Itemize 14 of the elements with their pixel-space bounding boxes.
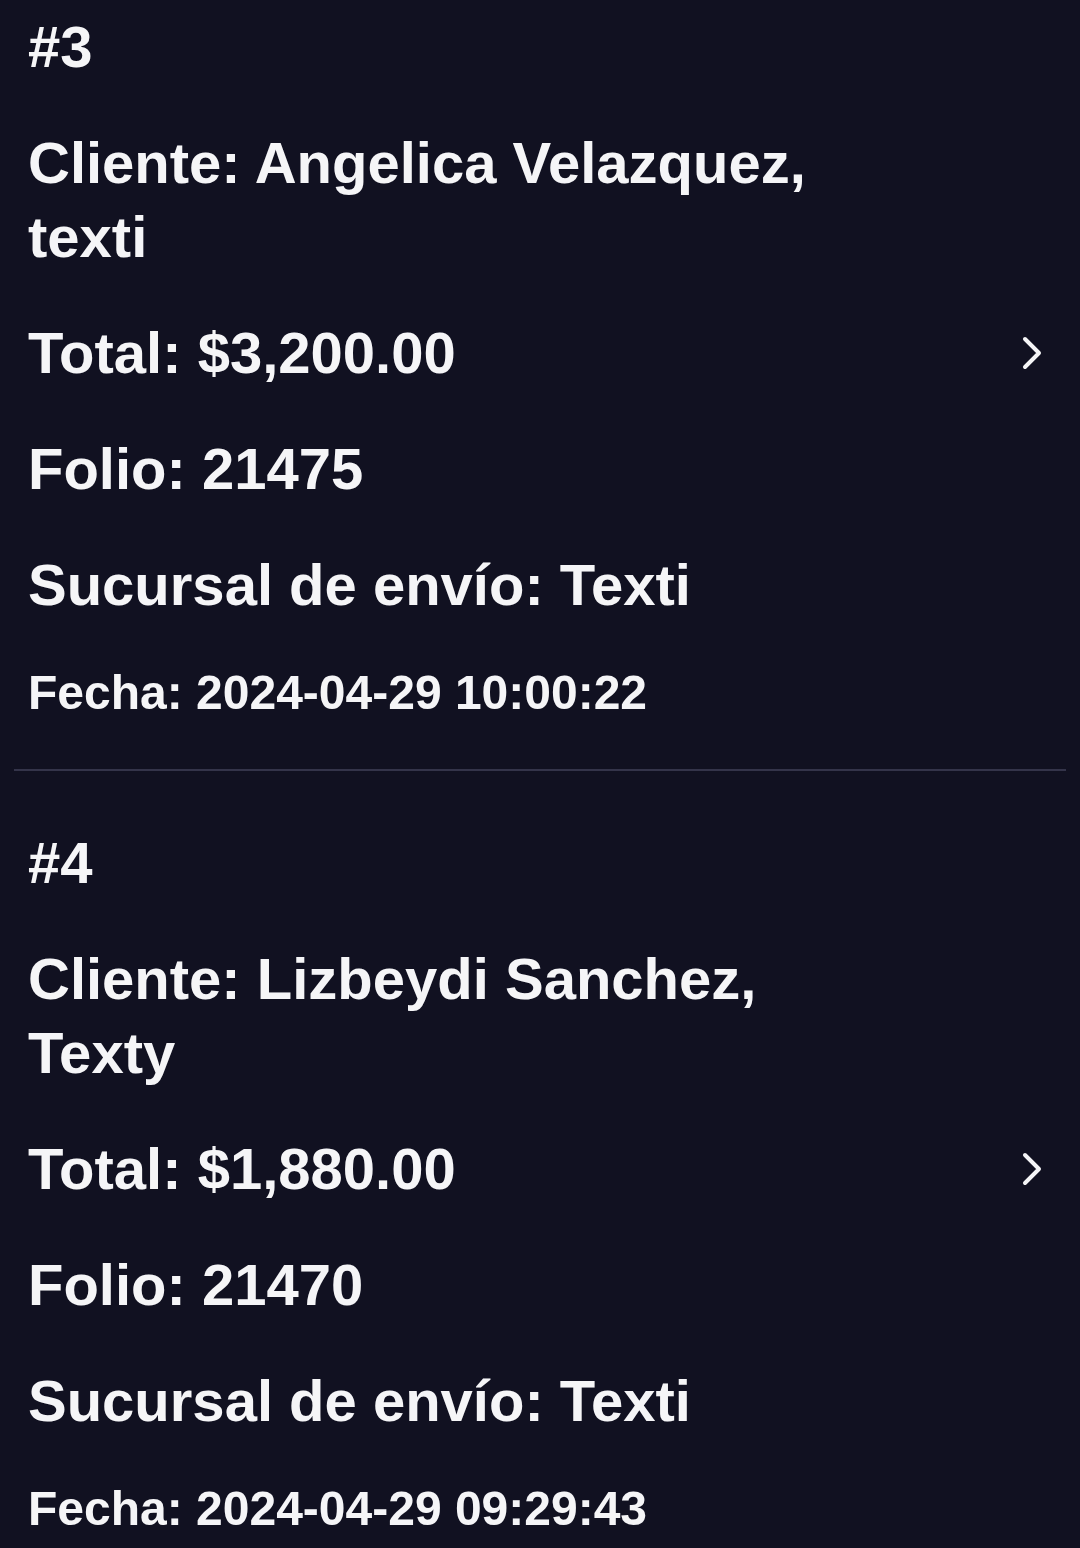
shipping-branch: Sucursal de envío: Texti <box>28 1367 691 1435</box>
client-name: Cliente: Lizbeydi Sanchez, Texty <box>28 945 758 1087</box>
order-number: #3 <box>28 13 93 81</box>
shipping-branch: Sucursal de envío: Texti <box>28 551 691 619</box>
order-total: Total: $3,200.00 <box>28 319 456 387</box>
chevron-right-icon[interactable] <box>1022 336 1042 370</box>
order-total: Total: $1,880.00 <box>28 1135 456 1203</box>
client-name: Cliente: Angelica Velazquez, texti <box>28 129 807 271</box>
folio-number: Folio: 21470 <box>28 1251 364 1319</box>
chevron-right-icon[interactable] <box>1022 1152 1042 1186</box>
order-number: #4 <box>28 829 93 897</box>
order-date: Fecha: 2024-04-29 10:00:22 <box>28 665 648 721</box>
order-date: Fecha: 2024-04-29 09:29:43 <box>28 1481 648 1537</box>
folio-number: Folio: 21475 <box>28 435 364 503</box>
